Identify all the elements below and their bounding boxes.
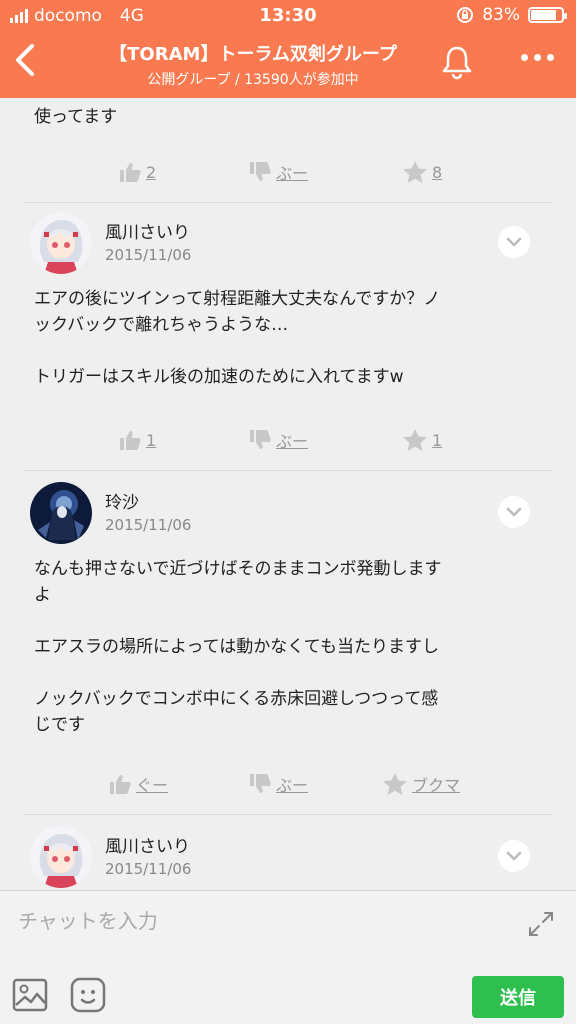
page-subtitle: 公開グループ / 13590人が参加中 [147,72,359,88]
divider [24,814,552,815]
chat-input-bar: 送信 [0,890,576,1024]
divider [24,470,552,471]
star-icon [403,429,427,451]
bookmark-button[interactable]: 8 [402,152,442,192]
star-icon [403,161,427,183]
orientation-lock-icon [457,7,474,23]
dislike-button[interactable]: ぶー [248,420,308,460]
username[interactable]: 風川さいり [105,218,190,243]
more-icon[interactable] [521,54,554,61]
post-line-blank [34,660,534,686]
thumbs-up-icon [120,431,141,450]
post-date: 2015/11/06 [105,516,192,534]
send-button[interactable]: 送信 [472,976,564,1018]
like-count: 2 [146,162,157,182]
post-body: なんも押さないで近づけばそのままコンボ発動します よ エアスラの場所によっては動… [34,556,534,738]
back-arrow-icon[interactable] [10,40,40,80]
chat-thread[interactable]: 使ってます 2 ぶー 8 風川さいり 2015/11/06 エアの後にツインって… [0,98,576,890]
bookmark-count: 1 [432,430,443,450]
thumbs-up-icon [110,775,131,794]
thumbs-down-icon [250,774,271,793]
chevron-down-icon[interactable] [498,496,530,528]
emoji-icon[interactable] [70,977,106,1013]
post-actions: 1 ぶー 1 [24,420,552,460]
dislike-button[interactable]: ぶー [248,764,308,804]
post-line: トリガーはスキル後の加速のために入れてますw [34,367,404,387]
expand-icon[interactable] [526,909,556,939]
bookmark-count: 8 [432,162,443,182]
dislike-label: ぶー [276,432,309,451]
like-label: ぐー [136,776,169,795]
status-bar: docomo 4G 13:30 83% [0,0,576,32]
avatar[interactable] [30,212,92,274]
chevron-down-icon[interactable] [498,840,530,872]
post-line: ックバックで離れちゃうような… [34,315,289,335]
post-body: エアの後にツインって射程距離大丈夫なんですか？ノ ックバックで離れちゃうような…… [34,286,534,390]
bookmark-button[interactable]: 1 [402,420,442,460]
avatar[interactable] [30,826,92,888]
post-line: じです [34,715,85,735]
post-date: 2015/11/06 [105,860,192,878]
thumbs-down-icon [250,162,271,181]
post-date: 2015/11/06 [105,246,192,264]
bell-icon[interactable] [440,44,474,80]
chat-input[interactable] [18,903,498,939]
post-text: 使ってます [34,107,118,127]
post-line-blank [34,608,534,634]
post-line: なんも押さないで近づけばそのままコンボ発動します [34,559,442,579]
thumbs-down-icon [250,430,271,449]
username[interactable]: 風川さいり [105,832,190,857]
battery-percent: 83% [482,5,520,25]
bookmark-label: ブクマ [412,776,461,795]
post-actions: 2 ぶー 8 [24,152,552,192]
page-title: 【TORAM】トーラム双剣グループ [109,44,397,65]
like-button[interactable]: ぐー [108,764,168,804]
post-actions: ぐー ぶー ブクマ [24,764,552,804]
post-line: よ [34,585,51,605]
star-icon [383,773,407,795]
username[interactable]: 玲沙 [105,488,139,513]
dislike-button[interactable]: ぶー [248,152,308,192]
like-button[interactable]: 1 [118,420,156,460]
app-header: docomo 4G 13:30 83% 【TORAM】トーラム双剣グループ 公開… [0,0,576,98]
image-icon[interactable] [12,977,48,1013]
post-line: ノックバックでコンボ中にくる赤床回避しつつって感 [34,689,439,709]
like-button[interactable]: 2 [118,152,156,192]
post-line: エアの後にツインって射程距離大丈夫なんですか？ノ [34,289,441,309]
nav-bar: 【TORAM】トーラム双剣グループ 公開グループ / 13590人が参加中 [0,32,576,98]
thumbs-up-icon [120,163,141,182]
divider [24,202,552,203]
post-line: エアスラの場所によっては動かなくても当たりますし [34,637,439,657]
chevron-down-icon[interactable] [498,226,530,258]
dislike-label: ぶー [276,776,309,795]
battery-icon [528,7,567,23]
bookmark-button[interactable]: ブクマ [382,764,460,804]
post-line-blank [34,338,534,364]
dislike-label: ぶー [276,164,309,183]
avatar[interactable] [30,482,92,544]
like-count: 1 [146,430,157,450]
